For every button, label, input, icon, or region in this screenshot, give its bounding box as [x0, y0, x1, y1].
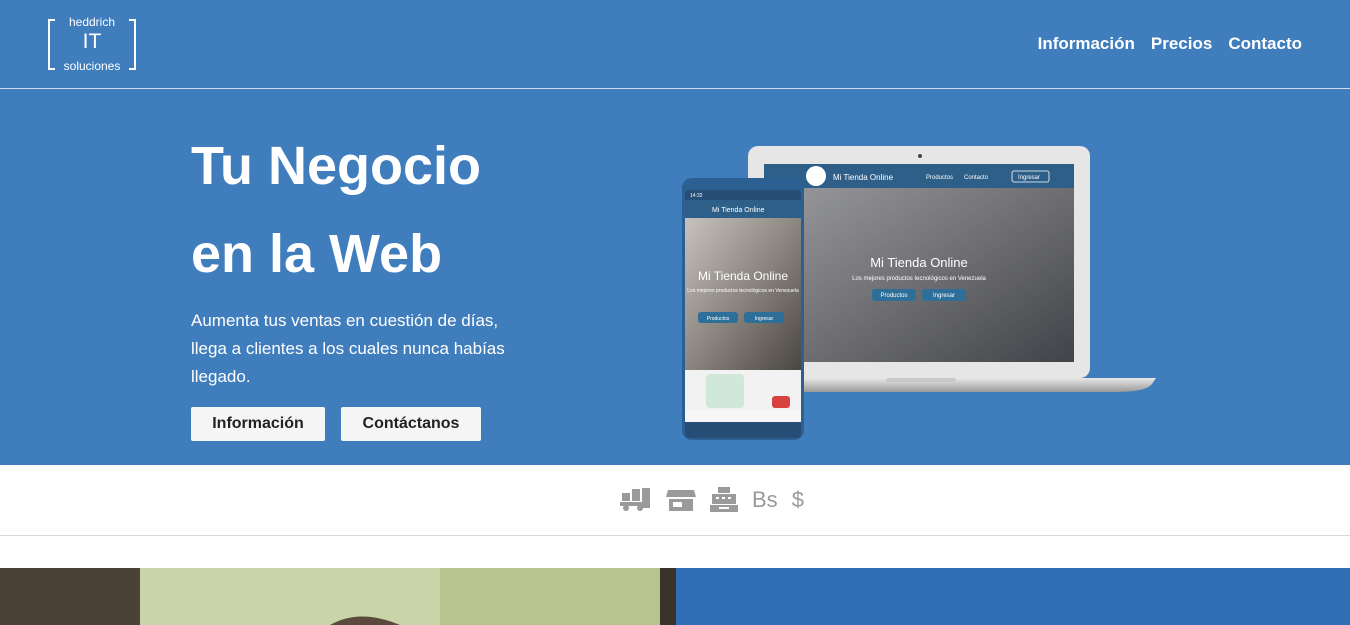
- laptop-hero-overlay: [764, 188, 1074, 362]
- phone-time: 14:32: [690, 193, 703, 199]
- lower-photo-image: [0, 568, 676, 625]
- hero-title: Tu Negocio en la Web: [191, 122, 591, 298]
- dollar-icon: $: [791, 487, 804, 512]
- truck-icon: [620, 488, 650, 511]
- laptop-login-label: Ingresar: [1018, 175, 1040, 181]
- laptop-tagline: Los mejores productos tecnológicos en Ve…: [852, 276, 986, 282]
- phone-product-accent: [772, 396, 790, 408]
- phone-products-label: Productos: [707, 316, 730, 322]
- laptop-brand-icon: [806, 166, 826, 186]
- payment-icons: Bs $: [620, 485, 804, 515]
- logo[interactable]: heddrich IT soluciones: [48, 15, 136, 73]
- laptop-nav-contacto: Contacto: [964, 175, 989, 181]
- main-nav: Información Precios Contacto: [1038, 33, 1302, 55]
- laptop-nav-productos: Productos: [926, 175, 953, 181]
- lower-photo: [0, 568, 676, 625]
- site-header: heddrich IT soluciones Información Preci…: [0, 0, 1350, 89]
- laptop-ingresar-label: Ingresar: [933, 293, 955, 299]
- laptop-camera: [918, 154, 922, 158]
- phone-hero-image: [685, 218, 801, 370]
- nav-link-contacto[interactable]: Contacto: [1228, 33, 1302, 55]
- hero-title-line-2: en la Web: [191, 224, 443, 284]
- hero-subtitle: Aumenta tus ventas en cuestión de días, …: [191, 311, 505, 386]
- phone-brand: Mi Tienda Online: [712, 207, 765, 214]
- laptop-products-label: Productos: [880, 293, 907, 299]
- cash-register-icon: [710, 487, 738, 512]
- lower-blue-panel: [676, 568, 1350, 625]
- bolivar-icon: Bs: [752, 487, 778, 512]
- hero-title-line-1: Tu Negocio: [191, 136, 481, 196]
- payment-icons-strip: Bs $: [0, 465, 1350, 536]
- info-button[interactable]: Información: [191, 407, 325, 441]
- logo-top-text: heddrich: [68, 15, 116, 29]
- nav-link-informacion[interactable]: Información: [1038, 33, 1135, 55]
- hero-section: heddrich IT soluciones Información Preci…: [0, 0, 1350, 465]
- contact-button[interactable]: Contáctanos: [341, 407, 481, 441]
- laptop-heading: Mi Tienda Online: [870, 255, 968, 270]
- nav-link-precios[interactable]: Precios: [1151, 33, 1212, 55]
- phone-product-image: [706, 374, 744, 408]
- laptop-trackpad-notch: [886, 378, 956, 382]
- store-icon: [666, 490, 696, 511]
- logo-bottom-text: soluciones: [63, 59, 121, 73]
- phone-ingresar-label: Ingresar: [755, 316, 774, 322]
- phone-tagline: Los mejores productos tecnológicos en Ve…: [687, 288, 799, 294]
- logo-middle-text: IT: [82, 30, 102, 53]
- phone-mockup: 14:32 Mi Tienda Online Mi Tienda Online …: [682, 178, 804, 440]
- phone-heading: Mi Tienda Online: [698, 269, 788, 283]
- phone-nav-bar: [685, 410, 801, 422]
- laptop-brand: Mi Tienda Online: [833, 173, 894, 182]
- devices-mockup-image: Mi Tienda Online Productos Contacto Ingr…: [682, 146, 1156, 440]
